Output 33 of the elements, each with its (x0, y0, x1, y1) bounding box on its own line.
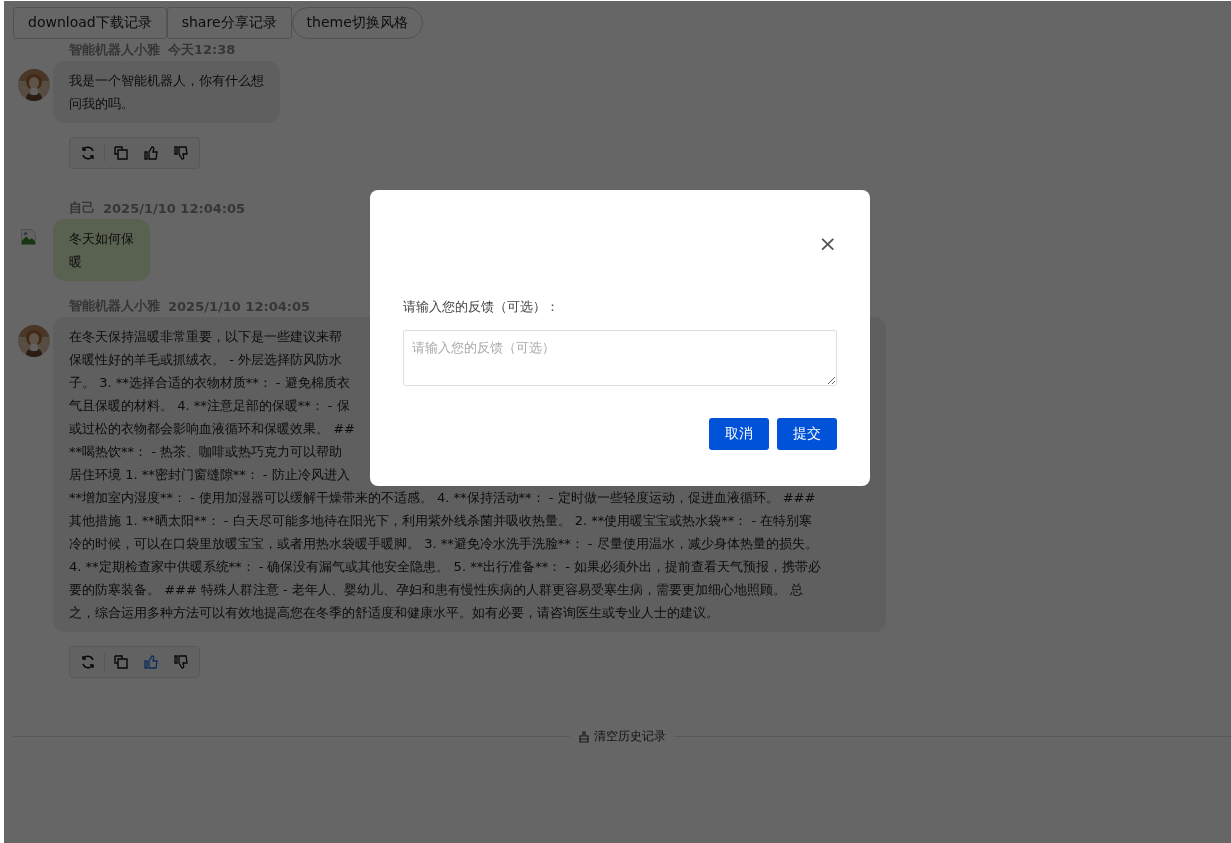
message-line: 冬天如何保 (69, 230, 134, 248)
message-line: 其他措施 1. **晒太阳**： - 白天尽可能多地待在阳光下，利用紫外线杀菌并吸收热量。 2. **使用暖宝宝或热水袋**： - 在特别寒 (69, 512, 813, 530)
message-line: 保暖性好的羊毛或抓绒衣。 - 外层选择防风防水 (69, 351, 342, 369)
message-line: **喝热饮**： - 热茶、咖啡或热巧克力可以帮助 (69, 443, 342, 461)
message-line: 4. **定期检查家中供暖系统**： - 确保没有漏气或其他安全隐患。 5. **出行准备**： - 如果必须外出，提前查看天气预报，携带必 (69, 558, 822, 576)
thumbs-down-icon[interactable] (173, 654, 189, 670)
field-label: 请输入您的反馈（可选）： (403, 298, 560, 316)
message-line: 暖 (69, 253, 82, 271)
feedback-input[interactable]: 请输入您的反馈（可选） (403, 330, 837, 386)
refresh-icon[interactable] (80, 145, 96, 161)
broken-image-icon (20, 227, 38, 247)
brush-icon (578, 730, 590, 743)
message-line: 之，综合运用多种方法可以有效地提高您在冬季的舒适度和健康水平。如有必要，请咨询医生或专业人士的建议。 (69, 604, 719, 622)
clear-history-button[interactable]: 清空历史记录 (570, 728, 674, 745)
message-line: 或过松的衣物都会影响血液循环和保暖效果。 ## (69, 420, 355, 438)
copy-icon[interactable] (113, 145, 129, 161)
message-line: 子。 3. **选择合适的衣物材质**： - 避免棉质衣 (69, 374, 350, 392)
toolbar-button[interactable]: theme切换风格 (291, 7, 423, 39)
toolbar-button[interactable]: share分享记录 (166, 7, 292, 39)
message-line: 问我的吗。 (69, 95, 134, 113)
copy-icon[interactable] (113, 654, 129, 670)
refresh-icon[interactable] (80, 654, 96, 670)
dialog-button[interactable]: 提交 (777, 418, 837, 450)
close-button[interactable]: × (814, 228, 841, 258)
thumbs-down-icon[interactable] (173, 145, 189, 161)
thumbs-up-icon[interactable] (143, 654, 159, 670)
message-line: 居住环境 1. **密封门窗缝隙**： - 防止冷风进入 (69, 466, 350, 484)
message-line: 冷的时候，可以在口袋里放暖宝宝，或者用热水袋暖手暖脚。 3. **避免冷水洗手洗脸**： - 尽量使用温水，减少身体热量的损失。 (69, 535, 818, 553)
message-line: 要的防寒装备。 ### 特殊人群注意 - 老年人、婴幼儿、孕妇和患有慢性疾病的人群更容易受寒生病，需要更加细心地照顾。 总 (69, 581, 804, 599)
dialog-button[interactable]: 取消 (709, 418, 769, 450)
toolbar-button[interactable]: download下载记录 (13, 7, 167, 39)
message-line: 气且保暖的材料。 4. **注意足部的保暖**： - 保 (69, 397, 350, 415)
thumbs-up-icon[interactable] (143, 145, 159, 161)
